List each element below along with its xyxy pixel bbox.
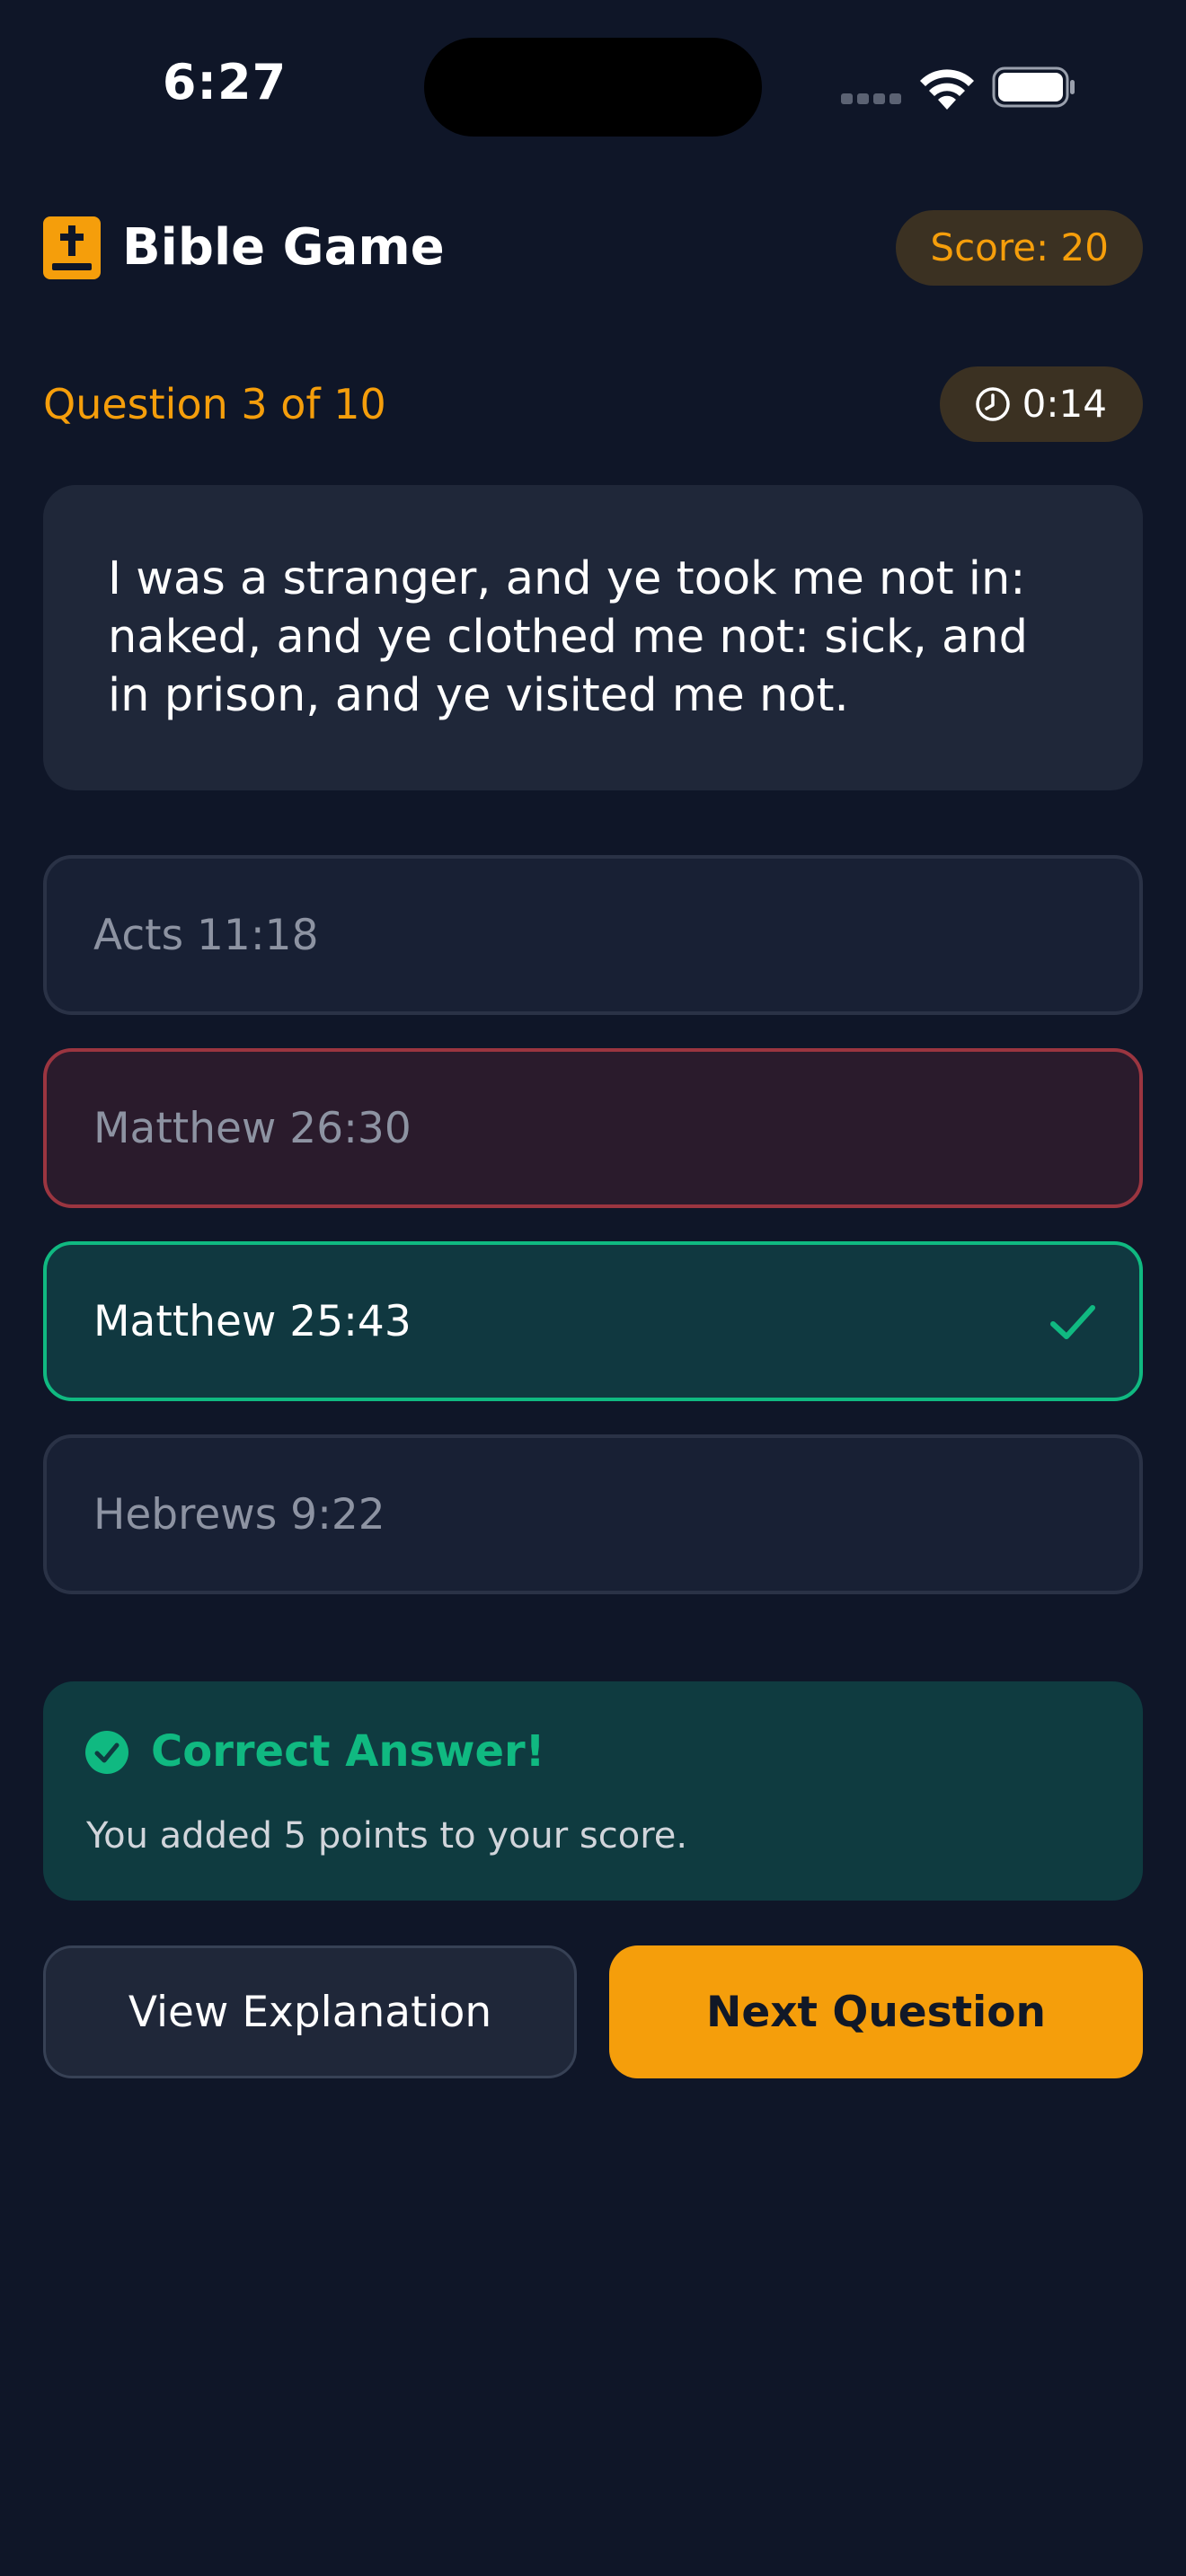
feedback-panel: Correct Answer! You added 5 points to yo… — [43, 1681, 1143, 1901]
answer-label: Hebrews 9:22 — [93, 1489, 385, 1539]
timer-value: 0:14 — [1022, 382, 1107, 426]
answer-option-2[interactable]: Matthew 26:30 — [43, 1048, 1143, 1208]
clock-icon — [975, 387, 1010, 421]
feedback-title: Correct Answer! — [151, 1726, 545, 1777]
dynamic-island — [424, 38, 762, 137]
answer-label: Matthew 26:30 — [93, 1103, 412, 1153]
timer-badge: 0:14 — [939, 366, 1143, 442]
quiz-screen: 6:27 Bible Game Score: 20 Question 3 of … — [0, 0, 1186, 2576]
view-explanation-button[interactable]: View Explanation — [43, 1945, 577, 2078]
question-card: I was a stranger, and ye took me not in:… — [43, 485, 1143, 790]
question-meta: Question 3 of 10 0:14 — [43, 366, 1143, 442]
question-counter: Question 3 of 10 — [43, 380, 386, 428]
answer-option-4[interactable]: Hebrews 9:22 — [43, 1434, 1143, 1594]
question-text: I was a stranger, and ye took me not in:… — [108, 552, 1028, 722]
wifi-icon — [920, 69, 974, 110]
cellular-signal-icon — [841, 93, 902, 106]
feedback-message: You added 5 points to your score. — [86, 1815, 688, 1857]
score-badge: Score: 20 — [896, 210, 1143, 286]
battery-icon — [992, 66, 1075, 108]
app-header: Bible Game Score: 20 — [43, 210, 1143, 286]
status-bar: 6:27 — [0, 0, 1186, 180]
answer-option-1[interactable]: Acts 11:18 — [43, 855, 1143, 1015]
status-time: 6:27 — [162, 54, 288, 110]
check-circle-icon — [85, 1731, 128, 1774]
checkmark-icon — [1050, 1305, 1095, 1339]
answer-label: Acts 11:18 — [93, 910, 319, 960]
next-question-button[interactable]: Next Question — [609, 1945, 1143, 2078]
answer-option-3[interactable]: Matthew 25:43 — [43, 1241, 1143, 1401]
app-title: Bible Game — [122, 218, 445, 277]
answer-label: Matthew 25:43 — [93, 1296, 412, 1346]
bible-cross-icon — [43, 216, 101, 279]
